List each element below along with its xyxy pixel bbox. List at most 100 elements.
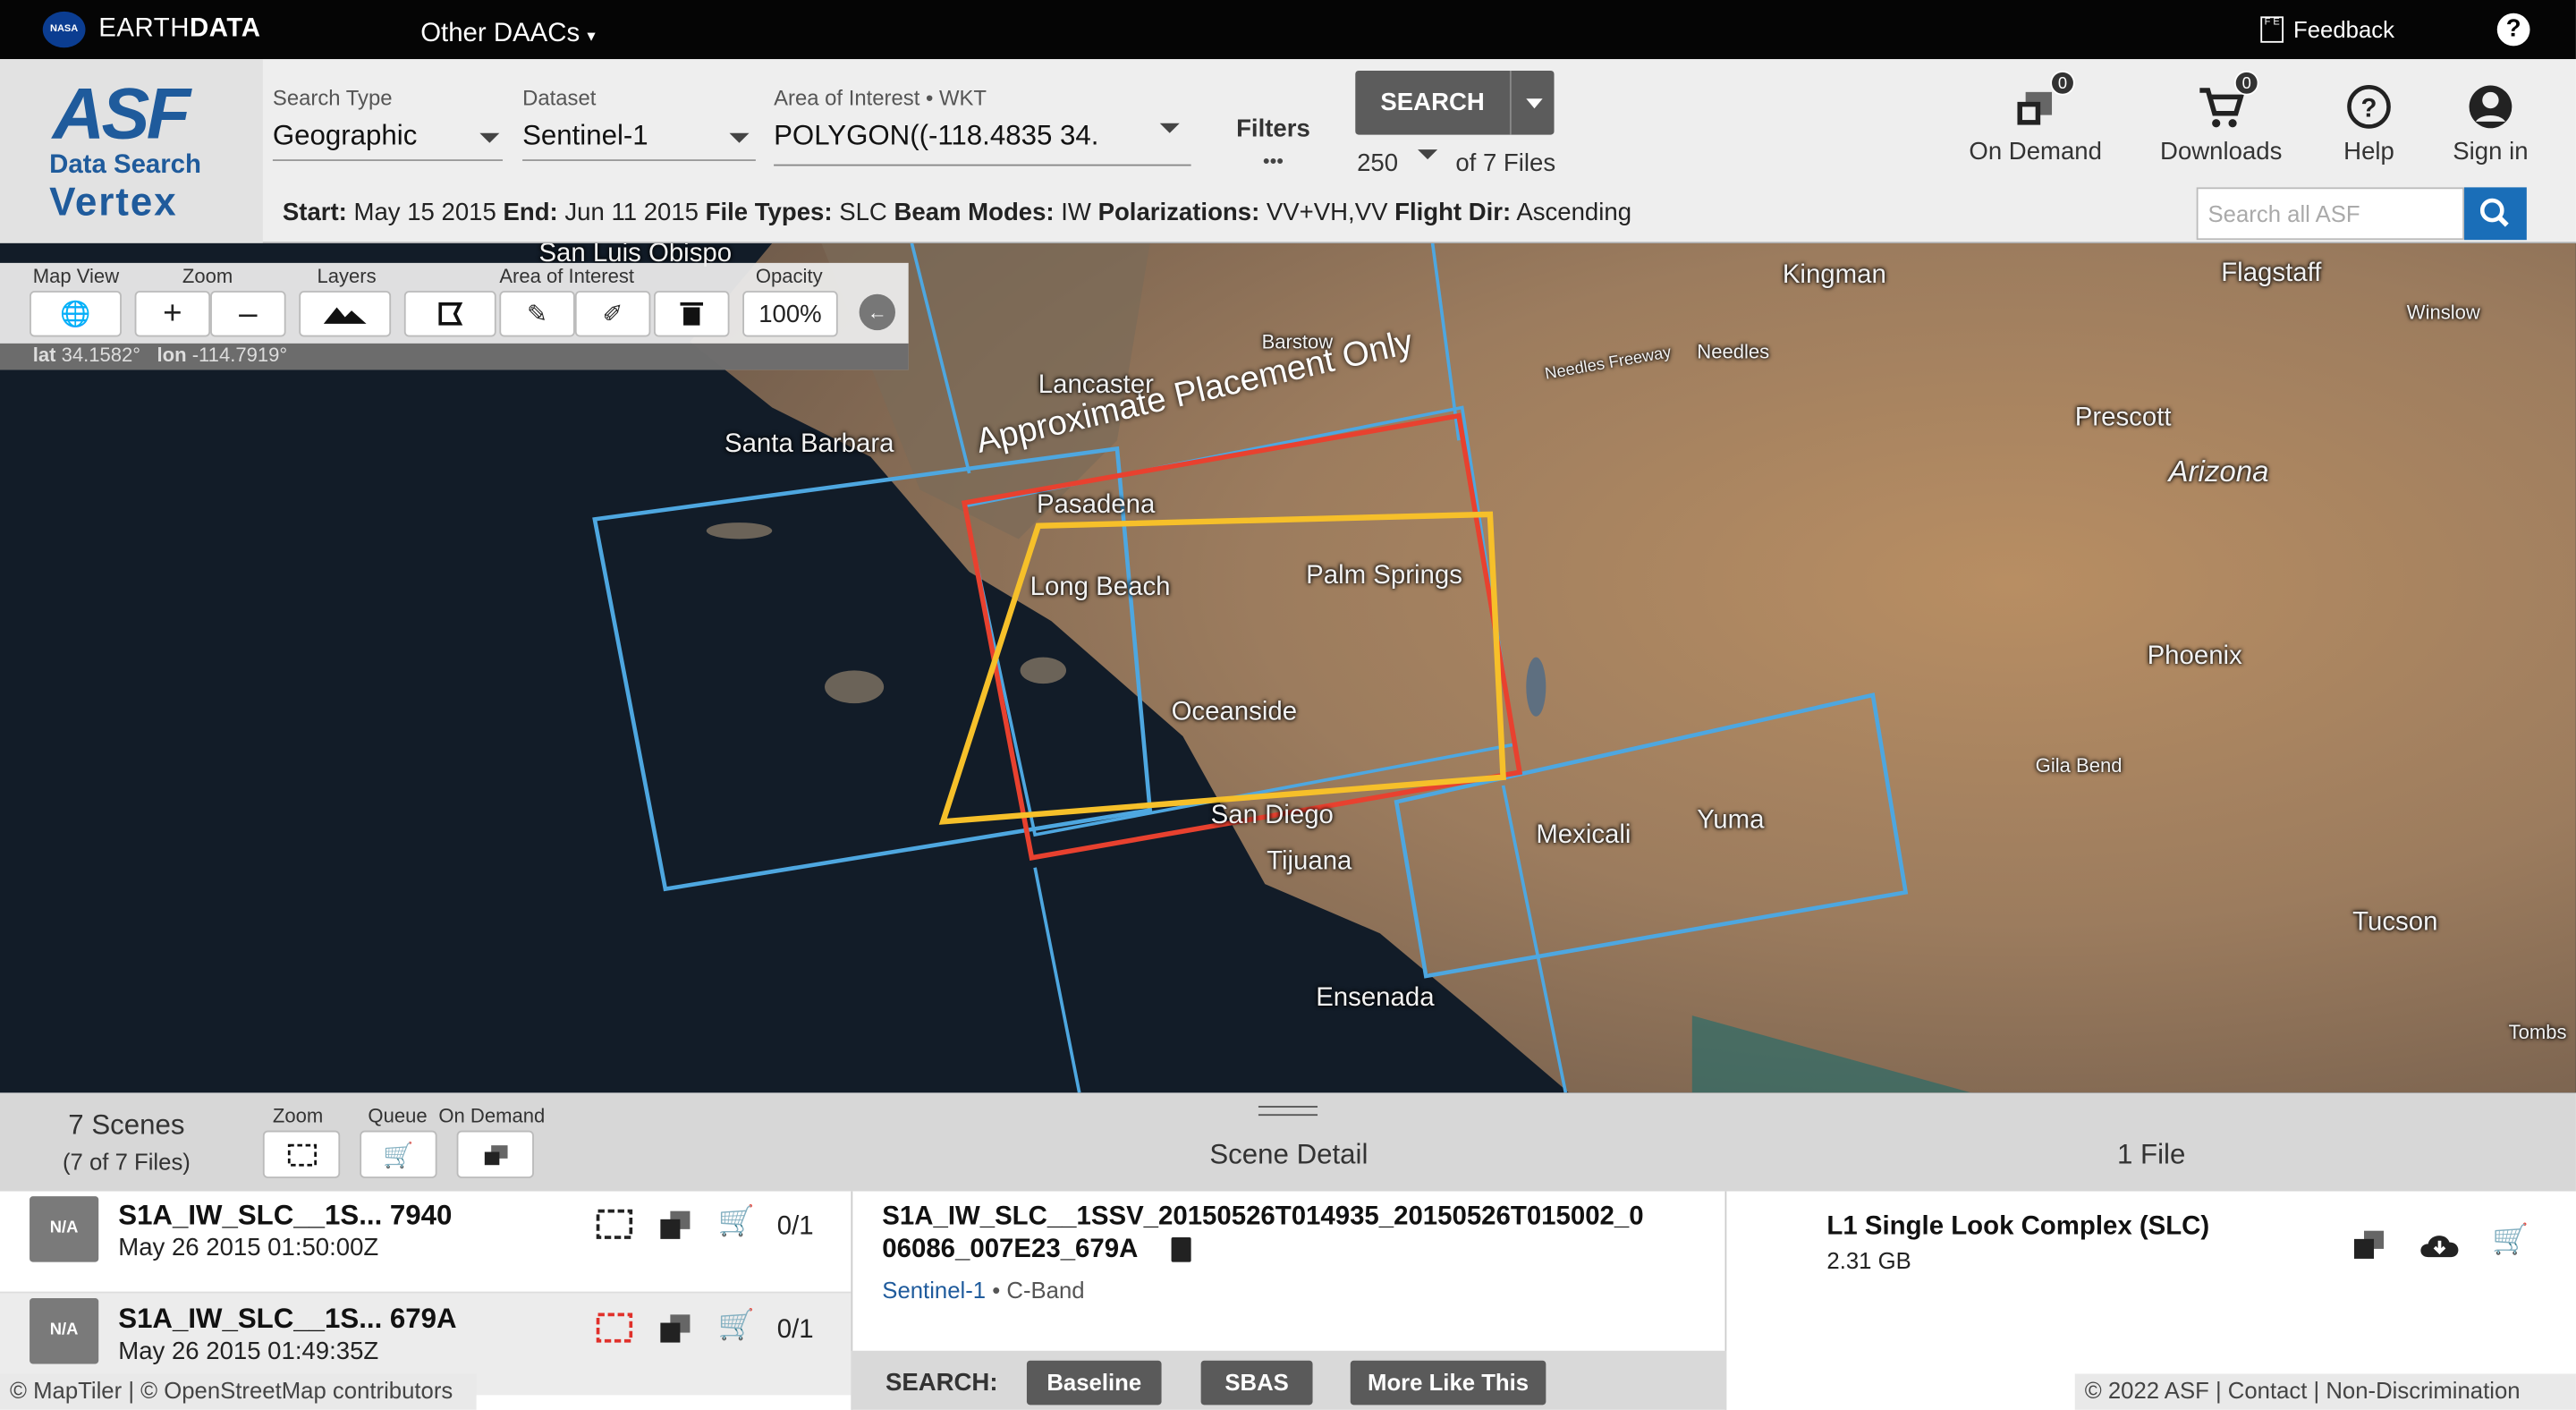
on-demand-icon[interactable]	[657, 1208, 693, 1249]
help-circle-icon[interactable]: ?	[2496, 13, 2530, 47]
search-label: SEARCH:	[885, 1368, 998, 1397]
import-aoi-button[interactable]: ✐	[574, 291, 651, 337]
aoi-wkt-input[interactable]: Area of Interest • WKT POLYGON((-118.483…	[774, 86, 1191, 166]
map-label: Pasadena	[1036, 491, 1156, 520]
dataset-select[interactable]: Dataset Sentinel-1	[522, 86, 756, 161]
on-demand-icon[interactable]	[657, 1312, 693, 1353]
other-daacs-label: Other DAACs	[420, 20, 580, 48]
cart-plus-icon: 🛒	[383, 1141, 414, 1169]
help-button[interactable]: ? Help	[2323, 82, 2415, 166]
on-demand-all-label: On Demand	[438, 1104, 546, 1127]
polarizations-value: VV+VH,VV	[1266, 199, 1388, 227]
globe-icon: 🌐	[60, 301, 91, 329]
add-to-cart-icon[interactable]: 🛒	[2492, 1223, 2529, 1258]
aoi-tools-label: Area of Interest	[499, 264, 635, 288]
start-label: Start:	[282, 199, 347, 227]
map-label: Tucson	[2352, 908, 2438, 937]
zoom-to-results-button[interactable]	[262, 1130, 341, 1178]
feedback-icon: F E	[2260, 16, 2284, 43]
map-label: Santa Barbara	[724, 430, 894, 459]
zoom-in-button[interactable]: +	[134, 291, 211, 337]
files-count-title: 1 File	[2116, 1138, 2186, 1170]
map-label: Mexicali	[1536, 821, 1631, 850]
scene-row[interactable]: N/A S1A_IW_SLC__1S... 7940 May 26 2015 0…	[0, 1191, 852, 1294]
search-type-select[interactable]: Search Type Geographic	[272, 86, 504, 161]
flight-dir-label: Flight Dir:	[1394, 199, 1512, 227]
scene-detail-title: Scene Detail	[1209, 1138, 1368, 1170]
search-all-asf-button[interactable]	[2464, 187, 2527, 241]
search-type-value: Geographic	[272, 116, 504, 161]
scenes-files-count: (7 of 7 Files)	[62, 1148, 191, 1176]
search-all-asf-input[interactable]: Search all ASF	[2196, 187, 2465, 241]
scene-thumbnail: N/A	[30, 1196, 99, 1262]
lat-label: lat	[32, 343, 56, 367]
queue-all-button[interactable]: 🛒	[360, 1130, 437, 1178]
opacity-select[interactable]: 100%	[742, 291, 838, 337]
copy-icon[interactable]	[1171, 1237, 1191, 1262]
clear-aoi-button[interactable]	[654, 291, 730, 337]
beam-modes-label: Beam Modes:	[894, 199, 1055, 227]
file-title: L1 Single Look Complex (SLC)	[1826, 1212, 2210, 1241]
layers-button[interactable]	[299, 291, 392, 337]
results-panel-header: 7 Scenes (7 of 7 Files) Zoom Queue On De…	[0, 1092, 2576, 1192]
map-view-button[interactable]: 🌐	[30, 291, 122, 337]
add-to-cart-icon[interactable]: 🛒	[718, 1204, 755, 1239]
search-button-label: SEARCH	[1380, 89, 1485, 117]
end-label: End:	[503, 199, 558, 227]
feedback-button[interactable]: F E Feedback	[2260, 16, 2394, 43]
map-label: San Diego	[1210, 802, 1334, 830]
on-demand-icon[interactable]	[2351, 1227, 2386, 1265]
search-icon	[2479, 198, 2509, 227]
caret-down-icon[interactable]	[1418, 149, 1438, 160]
sign-in-button[interactable]: Sign in	[2445, 82, 2537, 166]
on-demand-button[interactable]: On Demand	[1965, 82, 2106, 166]
draw-polygon-button[interactable]	[403, 291, 496, 337]
band-label: • C-Band	[992, 1277, 1085, 1304]
baseline-button[interactable]: Baseline	[1026, 1360, 1162, 1406]
map-label: Palm Springs	[1306, 562, 1462, 590]
feedback-label: Feedback	[2293, 16, 2394, 43]
aoi-label: Area of Interest • WKT	[774, 85, 987, 111]
pencil-icon: ✎	[527, 301, 548, 329]
footer-links[interactable]: © 2022 ASF | Contact | Non-Discriminatio…	[2074, 1373, 2576, 1410]
search-button[interactable]: SEARCH	[1355, 70, 1555, 135]
scene-full-name-line1: S1A_IW_SLC__1SSV_20150526T014935_2015052…	[882, 1202, 1644, 1231]
lon-value: -114.7919°	[191, 343, 288, 367]
map-label: Long Beach	[1030, 573, 1171, 602]
earthdata-brand[interactable]: EARTHDATA	[98, 15, 260, 45]
edit-aoi-button[interactable]: ✎	[499, 291, 575, 337]
filters-button[interactable]: Filters •••	[1235, 115, 1310, 173]
zoom-to-scene-icon[interactable]	[595, 1208, 634, 1249]
dataset-label: Dataset	[522, 85, 597, 111]
collapse-arrow-icon[interactable]: ←	[859, 293, 896, 331]
other-daacs-menu[interactable]: Other DAACs ▾	[420, 20, 595, 49]
help-label: Help	[2343, 138, 2394, 166]
logo-data-search: Data Search	[49, 150, 201, 180]
scene-file-count: 0/1	[776, 1212, 814, 1241]
minus-icon: –	[239, 294, 258, 332]
trash-icon	[680, 302, 704, 326]
map-attribution[interactable]: © MapTiler | © OpenStreetMap contributor…	[0, 1373, 477, 1410]
map-view[interactable]: Approximate Placement Only San Luis Obis…	[0, 242, 2576, 1093]
scene-name: S1A_IW_SLC__1S... 7940	[118, 1199, 453, 1231]
layers-label: Layers	[317, 264, 377, 288]
sbas-button[interactable]: SBAS	[1200, 1360, 1313, 1406]
max-results-value: 250	[1357, 149, 1399, 178]
zoom-out-button[interactable]: –	[210, 291, 286, 337]
dataset-link[interactable]: Sentinel-1	[882, 1277, 986, 1303]
polarizations-label: Polarizations:	[1097, 199, 1260, 227]
resize-handle-icon[interactable]	[1258, 1106, 1318, 1117]
nasa-logo[interactable]: NASA	[42, 11, 86, 48]
add-to-cart-icon[interactable]: 🛒	[718, 1308, 755, 1343]
map-view-label: Map View	[32, 264, 120, 288]
downloads-button[interactable]: Downloads	[2152, 82, 2290, 166]
file-types-value: SLC	[839, 199, 887, 227]
caret-down-icon[interactable]	[1526, 98, 1543, 109]
more-like-this-button[interactable]: More Like This	[1350, 1360, 1546, 1406]
on-demand-all-button[interactable]	[456, 1130, 534, 1178]
zoom-to-scene-icon[interactable]	[595, 1312, 634, 1353]
cloud-download-icon[interactable]	[2417, 1227, 2462, 1265]
polygon-icon	[438, 302, 463, 326]
asf-vertex-logo[interactable]: ASF Data Search Vertex	[0, 59, 263, 243]
map-label: Arizona	[2168, 454, 2269, 488]
